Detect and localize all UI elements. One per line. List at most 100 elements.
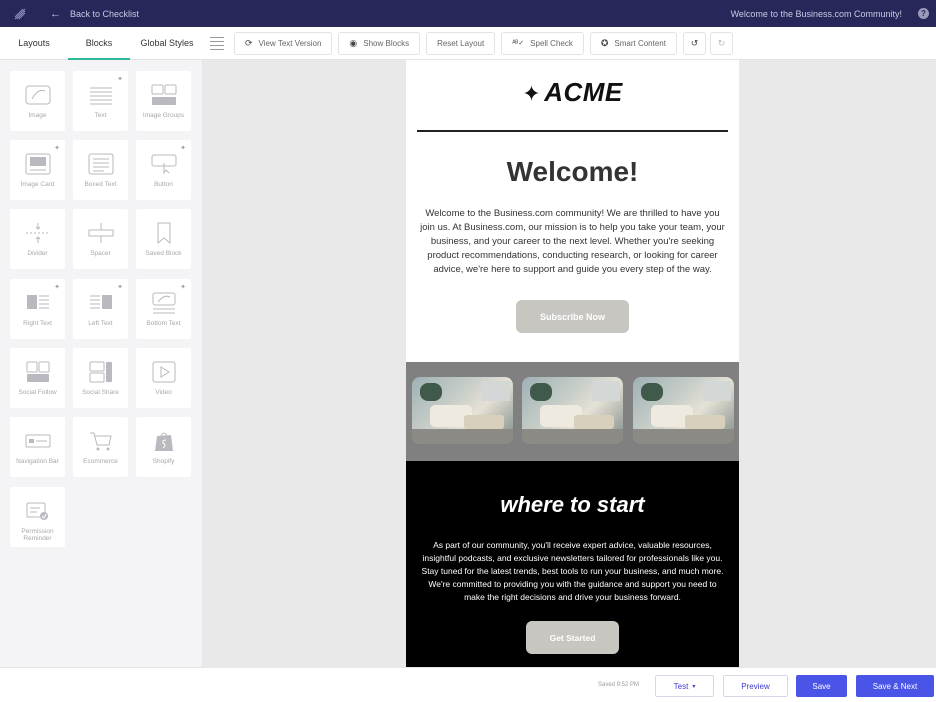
acme-logo[interactable]: ✦ ACME bbox=[406, 77, 739, 108]
left-text-icon bbox=[88, 291, 114, 315]
image-groups-icon bbox=[151, 83, 177, 107]
social-share-icon bbox=[88, 360, 114, 384]
show-blocks-button[interactable]: ◉ Show Blocks bbox=[338, 31, 421, 55]
block-label: Ecommerce bbox=[83, 458, 118, 465]
undo-button[interactable]: ↺ bbox=[682, 31, 706, 55]
block-video[interactable]: Video bbox=[136, 348, 191, 408]
welcome-heading[interactable]: Welcome! bbox=[406, 156, 739, 188]
subscribe-now-button[interactable]: Subscribe Now bbox=[516, 300, 629, 333]
image-icon bbox=[25, 83, 51, 107]
block-label: Permission Reminder bbox=[21, 528, 54, 542]
blocks-panel: Image ✦ Text Image Groups ✦ Image Card B… bbox=[0, 60, 203, 667]
block-label: Spacer bbox=[90, 250, 111, 257]
help-icon[interactable]: ? bbox=[918, 8, 929, 19]
sparkle-icon: ✦ bbox=[117, 76, 123, 83]
where-to-start-paragraph[interactable]: As part of our community, you'll receive… bbox=[417, 539, 728, 604]
bottom-text-icon bbox=[151, 291, 177, 315]
image-card-icon bbox=[25, 152, 51, 176]
block-label: Image Groups bbox=[142, 112, 185, 119]
reset-layout-button[interactable]: Reset Layout bbox=[426, 31, 496, 55]
back-label: Back to Checklist bbox=[70, 8, 140, 19]
block-boxed-text[interactable]: Boxed Text bbox=[73, 140, 128, 200]
block-label: Right Text bbox=[23, 320, 52, 327]
divider-line[interactable] bbox=[417, 130, 728, 132]
get-started-button[interactable]: Get Started bbox=[526, 621, 619, 654]
bottom-action-bar: Saved 9:52 PM Test ▾ Preview Save Save &… bbox=[0, 667, 936, 702]
navigation-bar-icon bbox=[25, 429, 51, 453]
button-label: Reset Layout bbox=[437, 38, 485, 48]
redo-icon: ↻ bbox=[717, 37, 726, 48]
arrow-left-icon: ← bbox=[50, 7, 61, 20]
block-label: Bottom Text bbox=[146, 320, 181, 327]
block-permission-reminder[interactable]: Permission Reminder bbox=[10, 487, 65, 547]
refresh-icon: ⟳ bbox=[245, 37, 253, 48]
block-saved-block[interactable]: Saved Block bbox=[136, 209, 191, 269]
preview-button[interactable]: Preview bbox=[723, 675, 788, 697]
saved-status: Saved 9:52 PM bbox=[598, 682, 640, 688]
view-text-version-button[interactable]: ⟳ View Text Version bbox=[234, 31, 333, 55]
block-ecommerce[interactable]: Ecommerce bbox=[73, 417, 128, 477]
block-navigation-bar[interactable]: Navigation Bar bbox=[10, 417, 65, 477]
block-button[interactable]: ✦ Button bbox=[136, 140, 191, 200]
block-image-card[interactable]: ✦ Image Card bbox=[10, 140, 65, 200]
block-social-share[interactable]: Social Share bbox=[73, 348, 128, 408]
campaign-title: Welcome to the Business.com Community! bbox=[730, 8, 902, 19]
button-icon bbox=[151, 152, 177, 176]
block-label: Text bbox=[94, 112, 107, 119]
sparkle-icon: ✦ bbox=[117, 284, 123, 291]
redo-button[interactable]: ↻ bbox=[709, 31, 733, 55]
block-shopify[interactable]: Shopify bbox=[136, 417, 191, 477]
block-bottom-text[interactable]: ✦ Bottom Text bbox=[136, 279, 191, 339]
hamburger-menu-icon[interactable] bbox=[210, 36, 224, 50]
office-photo[interactable] bbox=[522, 377, 623, 444]
tab-global-styles[interactable]: Global Styles bbox=[130, 27, 204, 60]
caret-down-icon: ▾ bbox=[692, 683, 696, 690]
block-left-text[interactable]: ✦ Left Text bbox=[73, 279, 128, 339]
tab-label: Global Styles bbox=[140, 38, 194, 48]
test-dropdown-button[interactable]: Test ▾ bbox=[655, 675, 714, 697]
office-photo[interactable] bbox=[412, 377, 513, 444]
sparkle-icon: ✦ bbox=[54, 145, 60, 152]
block-social-follow[interactable]: Social Follow bbox=[10, 348, 65, 408]
block-image-groups[interactable]: Image Groups bbox=[136, 71, 191, 131]
save-and-next-button[interactable]: Save & Next bbox=[856, 675, 934, 697]
top-bar: ← Back to Checklist Welcome to the Busin… bbox=[0, 0, 936, 27]
email-preview[interactable]: ✦ ACME Welcome! Welcome to the Business.c… bbox=[406, 60, 739, 667]
smart-content-button[interactable]: ✪ Smart Content bbox=[589, 31, 677, 55]
button-label: Smart Content bbox=[614, 38, 666, 48]
block-label: Video bbox=[155, 389, 172, 396]
editor-toolbar: Layouts Blocks Global Styles ⟳ View Text… bbox=[0, 27, 936, 60]
intro-paragraph[interactable]: Welcome to the Business.com community! W… bbox=[417, 207, 728, 277]
video-icon bbox=[151, 360, 177, 384]
where-to-start-heading[interactable]: where to start bbox=[406, 492, 739, 518]
block-image[interactable]: Image bbox=[10, 71, 65, 131]
save-button[interactable]: Save bbox=[796, 675, 847, 697]
tab-label: Layouts bbox=[18, 38, 50, 48]
logo-text: ACME bbox=[544, 77, 623, 107]
block-label: Button bbox=[154, 181, 173, 188]
block-label: Saved Block bbox=[145, 250, 182, 257]
app-logo-icon[interactable] bbox=[0, 7, 40, 21]
tab-blocks[interactable]: Blocks bbox=[68, 27, 130, 60]
tab-layouts[interactable]: Layouts bbox=[0, 27, 68, 60]
block-right-text[interactable]: ✦ Right Text bbox=[10, 279, 65, 339]
where-to-start-section[interactable]: where to start As part of our community,… bbox=[406, 461, 739, 667]
sparkle-icon: ✦ bbox=[522, 81, 542, 106]
sparkle-icon: ✦ bbox=[54, 284, 60, 291]
block-label: Divider bbox=[27, 250, 48, 257]
image-group-section[interactable] bbox=[406, 362, 739, 461]
block-label: Social Share bbox=[82, 389, 119, 396]
block-label: Social Follow bbox=[18, 389, 57, 396]
shopping-cart-icon bbox=[88, 429, 114, 453]
spell-check-button[interactable]: ᴬᴮ✓ Spell Check bbox=[501, 31, 584, 55]
office-photo[interactable] bbox=[633, 377, 734, 444]
back-to-checklist-link[interactable]: ← Back to Checklist bbox=[50, 8, 139, 20]
sparkle-icon: ✦ bbox=[180, 284, 186, 291]
block-spacer[interactable]: Spacer bbox=[73, 209, 128, 269]
divider-icon bbox=[25, 221, 51, 245]
block-label: Image Card bbox=[20, 181, 55, 188]
spellcheck-icon: ᴬᴮ✓ bbox=[512, 40, 525, 47]
block-divider[interactable]: Divider bbox=[10, 209, 65, 269]
email-header-section[interactable]: ✦ ACME Welcome! Welcome to the Business.c… bbox=[406, 60, 739, 362]
block-text[interactable]: ✦ Text bbox=[73, 71, 128, 131]
